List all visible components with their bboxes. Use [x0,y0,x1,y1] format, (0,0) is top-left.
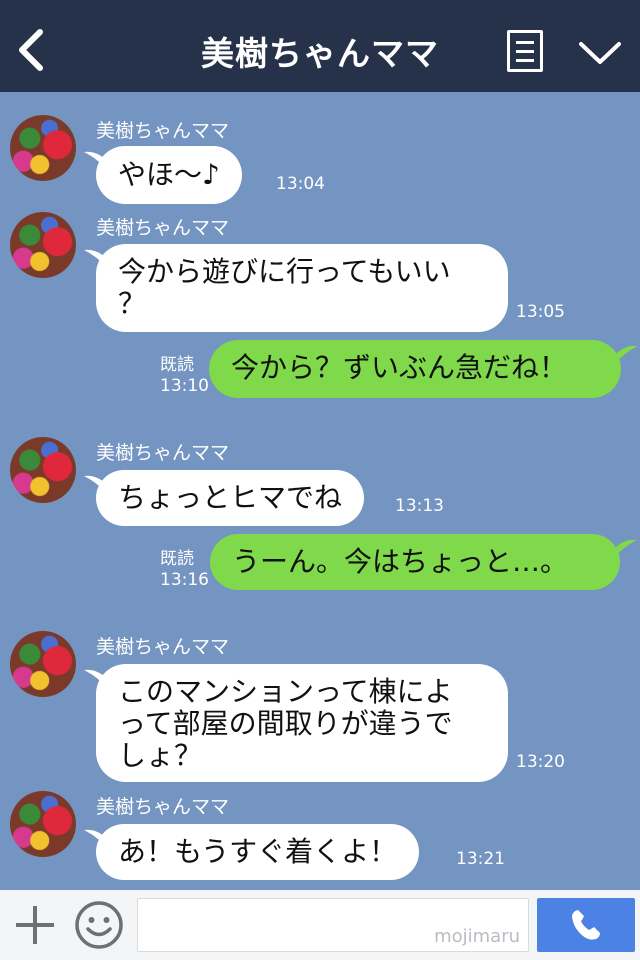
bubble-tail [611,539,637,562]
message-bubble[interactable]: やほ〜♪ [96,146,242,204]
message-time: 13:16 [160,570,209,590]
chevron-down-icon[interactable] [577,38,623,68]
message-bubble[interactable]: うーん。今はちょっと…。 [210,534,620,590]
message-bubble[interactable]: 今から？ずいぶん急だね！ [209,340,621,398]
read-status: 既読 13:10 [160,355,209,397]
input-bar: mojimaru [0,890,640,960]
message-bubble[interactable]: このマンションって棟によ って部屋の間取りが違うで しょ？ [96,664,508,782]
bubble-tail [612,345,638,368]
message-time: 13:04 [276,174,325,194]
phone-icon [572,910,600,940]
message-time: 13:05 [516,302,565,322]
sender-name: 美樹ちゃんママ [96,636,230,658]
plus-icon[interactable] [14,904,56,946]
message-bubble[interactable]: 今から遊びに行ってもいい ？ [96,244,508,332]
chat-title: 美樹ちゃんママ [201,34,439,73]
message-bubble[interactable]: あ！もうすぐ着くよ！ [96,824,420,880]
list-icon[interactable] [507,30,543,72]
avatar[interactable] [10,437,76,503]
chat-header: 美樹ちゃんママ [0,0,640,92]
avatar[interactable] [10,791,76,857]
call-button[interactable] [537,898,635,952]
message-time: 13:21 [456,849,505,869]
read-status: 既読 13:16 [160,549,209,591]
message-time: 13:20 [516,752,565,772]
sender-name: 美樹ちゃんママ [96,796,230,818]
watermark: mojimaru [434,926,520,947]
avatar[interactable] [10,115,76,181]
sender-name: 美樹ちゃんママ [96,442,230,464]
message-input[interactable]: mojimaru [137,898,529,952]
read-label: 既読 [160,355,194,375]
sender-name: 美樹ちゃんママ [96,217,230,239]
sender-name: 美樹ちゃんママ [96,120,230,142]
read-label: 既読 [160,549,194,569]
message-time: 13:10 [160,376,209,396]
message-bubble[interactable]: ちょっとヒマでね [96,470,365,526]
smile-icon[interactable] [74,900,124,950]
chevron-left-icon[interactable] [12,28,52,72]
avatar[interactable] [10,212,76,278]
message-time: 13:13 [395,496,444,516]
avatar[interactable] [10,631,76,697]
